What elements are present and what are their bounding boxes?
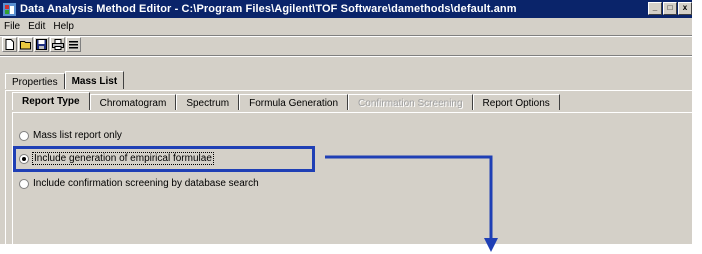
radio-circle[interactable]: [19, 130, 29, 141]
open-button[interactable]: [18, 37, 33, 52]
properties-icon: [69, 41, 78, 49]
new-icon: [5, 39, 14, 50]
menu-file[interactable]: File: [0, 21, 24, 32]
tab-mass-list[interactable]: Mass List: [64, 71, 125, 89]
title-bar[interactable]: Data Analysis Method Editor - C:\Program…: [0, 0, 692, 18]
radio-circle[interactable]: [19, 178, 29, 189]
save-icon: [36, 39, 47, 50]
menu-help[interactable]: Help: [49, 21, 78, 32]
close-button[interactable]: x: [678, 2, 692, 15]
tab-properties[interactable]: Properties: [5, 73, 65, 89]
tab-report-options[interactable]: Report Options: [472, 94, 560, 110]
toolbar-separator-highlight: [0, 56, 692, 57]
tab-formula-generation[interactable]: Formula Generation: [239, 94, 349, 110]
menu-separator-highlight: [0, 36, 692, 37]
maximize-button[interactable]: □: [663, 2, 677, 15]
new-button[interactable]: [2, 37, 17, 52]
outer-tab-strip: Properties Mass List: [5, 71, 125, 91]
print-icon: [51, 39, 64, 50]
print-button[interactable]: [50, 37, 65, 52]
radio-label: Mass list report only: [33, 130, 122, 141]
menu-edit[interactable]: Edit: [24, 21, 49, 32]
window-right-edge: [692, 0, 702, 254]
tab-spectrum[interactable]: Spectrum: [176, 94, 240, 110]
inner-tab-strip: Report Type Chromatogram Spectrum Formul…: [12, 92, 560, 112]
tab-report-type[interactable]: Report Type: [12, 92, 90, 110]
window-title: Data Analysis Method Editor - C:\Program…: [20, 3, 517, 15]
minimize-button[interactable]: _: [648, 2, 662, 15]
radio-label: Include confirmation screening by databa…: [33, 178, 259, 189]
callout-highlight-box: [13, 146, 315, 172]
save-button[interactable]: [34, 37, 49, 52]
menu-bar: File Edit Help: [0, 18, 692, 35]
radio-mass-list-only[interactable]: Mass list report only: [19, 130, 122, 141]
radio-confirmation-screening[interactable]: Include confirmation screening by databa…: [19, 178, 259, 189]
properties-button[interactable]: [66, 37, 81, 52]
toolbar: [2, 37, 81, 53]
app-icon: [3, 2, 16, 16]
open-icon: [19, 41, 31, 50]
tab-confirmation-screening: Confirmation Screening: [348, 94, 473, 110]
tab-chromatogram[interactable]: Chromatogram: [89, 94, 177, 110]
method-editor-window: Data Analysis Method Editor - C:\Program…: [0, 0, 692, 244]
